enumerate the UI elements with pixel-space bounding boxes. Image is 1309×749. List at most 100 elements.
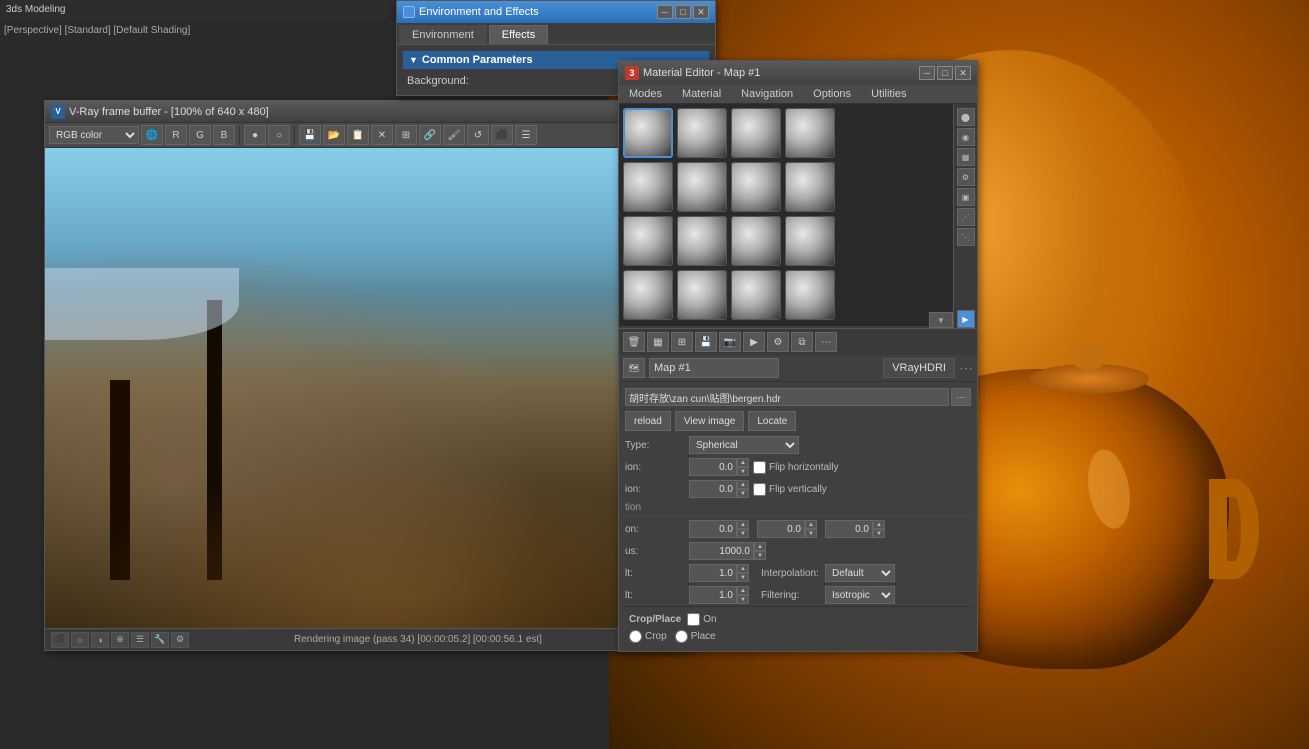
sphere-cell-5[interactable] <box>677 162 727 212</box>
overall-input[interactable] <box>689 564 737 582</box>
link-button[interactable]: 🔗 <box>419 125 441 145</box>
sphere-cell-2[interactable] <box>731 108 781 158</box>
white-point-button[interactable]: ● <box>244 125 266 145</box>
offset-v-up[interactable]: ▲ <box>805 520 817 529</box>
statusbar-icon-3[interactable]: ◑ <box>91 632 109 648</box>
mat-delete-button[interactable]: 🗑 <box>623 332 645 352</box>
sphere-cell-3[interactable] <box>785 108 835 158</box>
mat-editor-controls[interactable]: ─ □ ✕ <box>919 66 971 80</box>
menu-modes[interactable]: Modes <box>619 85 672 103</box>
statusbar-icon-4[interactable]: ⊕ <box>111 632 129 648</box>
overall-up[interactable]: ▲ <box>737 564 749 573</box>
statusbar-icon-2[interactable]: ○ <box>71 632 89 648</box>
render-input[interactable] <box>689 586 737 604</box>
sphere-cell-4[interactable] <box>623 162 673 212</box>
sphere-cell-0[interactable] <box>623 108 673 158</box>
render-button[interactable]: ⬛ <box>491 125 513 145</box>
place-radio[interactable] <box>675 630 688 643</box>
radius-up[interactable]: ▲ <box>754 542 766 551</box>
mat-video-button[interactable]: ▶ <box>743 332 765 352</box>
strip-btn-6[interactable]: ⋰ <box>957 208 975 226</box>
strip-btn-4[interactable]: ⚙ <box>957 168 975 186</box>
radius-down[interactable]: ▼ <box>754 551 766 560</box>
sphere-cell-13[interactable] <box>677 270 727 320</box>
sphere-cell-11[interactable] <box>785 216 835 266</box>
mat-grid-button[interactable]: ⊞ <box>671 332 693 352</box>
offset-w-up[interactable]: ▲ <box>873 520 885 529</box>
open-image-button[interactable]: 📂 <box>323 125 345 145</box>
sphere-cell-12[interactable] <box>623 270 673 320</box>
statusbar-icon-7[interactable]: ⚙ <box>171 632 189 648</box>
flip-h-checkbox[interactable] <box>753 461 766 474</box>
grid-next-button[interactable]: ▶ <box>957 310 975 328</box>
mat-save-button[interactable]: 💾 <box>695 332 717 352</box>
offset-v-input[interactable] <box>757 520 805 538</box>
crop-radio[interactable] <box>629 630 642 643</box>
refresh-button[interactable]: ↺ <box>467 125 489 145</box>
overall-down[interactable]: ▼ <box>737 573 749 582</box>
sphere-cell-9[interactable] <box>677 216 727 266</box>
clear-button[interactable]: ✕ <box>371 125 393 145</box>
offset-w-input[interactable] <box>825 520 873 538</box>
reload-button[interactable]: reload <box>625 411 671 431</box>
sphere-cell-7[interactable] <box>785 162 835 212</box>
map-icon-button[interactable]: 🗺 <box>623 358 645 378</box>
strip-btn-2[interactable]: ◉ <box>957 128 975 146</box>
offset-u-down[interactable]: ▼ <box>737 529 749 538</box>
statusbar-icon-5[interactable]: ☰ <box>131 632 149 648</box>
sphere-cell-8[interactable] <box>623 216 673 266</box>
mat-close-button[interactable]: ✕ <box>955 66 971 80</box>
env-close-button[interactable]: ✕ <box>693 5 709 19</box>
grid-scroll-down[interactable]: ▼ <box>929 312 953 328</box>
save-buffer-button[interactable]: 💾 <box>299 125 321 145</box>
vert-rotation-up[interactable]: ▲ <box>737 480 749 489</box>
horiz-rotation-down[interactable]: ▼ <box>737 467 749 476</box>
env-effects-controls[interactable]: ─ □ ✕ <box>657 5 709 19</box>
strip-btn-7[interactable]: ⋱ <box>957 228 975 246</box>
filtering-dropdown[interactable]: Isotropic <box>825 586 895 604</box>
vert-rotation-down[interactable]: ▼ <box>737 489 749 498</box>
menu-material[interactable]: Material <box>672 85 731 103</box>
offset-u-input[interactable] <box>689 520 737 538</box>
color-mode-select[interactable]: RGB color <box>49 126 139 144</box>
tab-environment[interactable]: Environment <box>399 25 487 44</box>
statusbar-icon-6[interactable]: 🔧 <box>151 632 169 648</box>
offset-w-down[interactable]: ▼ <box>873 529 885 538</box>
render-up[interactable]: ▲ <box>737 586 749 595</box>
mat-more-button[interactable]: ⋯ <box>815 332 837 352</box>
sphere-cell-14[interactable] <box>731 270 781 320</box>
sphere-cell-10[interactable] <box>731 216 781 266</box>
statusbar-icon-1[interactable]: ⬛ <box>51 632 69 648</box>
g-channel-button[interactable]: G <box>189 125 211 145</box>
filepath-input[interactable] <box>625 388 949 406</box>
menu-options[interactable]: Options <box>803 85 861 103</box>
type-dropdown[interactable]: Spherical <box>689 436 799 454</box>
strip-btn-1[interactable]: ⬤ <box>957 108 975 126</box>
radius-input[interactable] <box>689 542 754 560</box>
env-minimize-button[interactable]: ─ <box>657 5 673 19</box>
vert-rotation-input[interactable] <box>689 480 737 498</box>
color-icon-button[interactable]: 🌐 <box>141 125 163 145</box>
sphere-cell-1[interactable] <box>677 108 727 158</box>
tab-effects[interactable]: Effects <box>489 25 548 44</box>
mat-options-button[interactable]: ⚙ <box>767 332 789 352</box>
menu-navigation[interactable]: Navigation <box>731 85 803 103</box>
strip-btn-3[interactable]: ▦ <box>957 148 975 166</box>
map-name-input[interactable] <box>649 358 779 378</box>
interpolation-dropdown[interactable]: Default <box>825 564 895 582</box>
more-button[interactable]: ☰ <box>515 125 537 145</box>
sphere-cell-6[interactable] <box>731 162 781 212</box>
region-button[interactable]: ⊞ <box>395 125 417 145</box>
sphere-cell-15[interactable] <box>785 270 835 320</box>
paint-button[interactable]: 🖌 <box>443 125 465 145</box>
mat-minimize-button[interactable]: ─ <box>919 66 935 80</box>
offset-v-down[interactable]: ▼ <box>805 529 817 538</box>
browse-button[interactable]: ⋯ <box>951 388 971 406</box>
r-channel-button[interactable]: R <box>165 125 187 145</box>
b-channel-button[interactable]: B <box>213 125 235 145</box>
horiz-rotation-up[interactable]: ▲ <box>737 458 749 467</box>
mat-camera-button[interactable]: 📷 <box>719 332 741 352</box>
env-maximize-button[interactable]: □ <box>675 5 691 19</box>
crop-on-checkbox[interactable] <box>687 613 700 626</box>
copy-buffer-button[interactable]: 📋 <box>347 125 369 145</box>
